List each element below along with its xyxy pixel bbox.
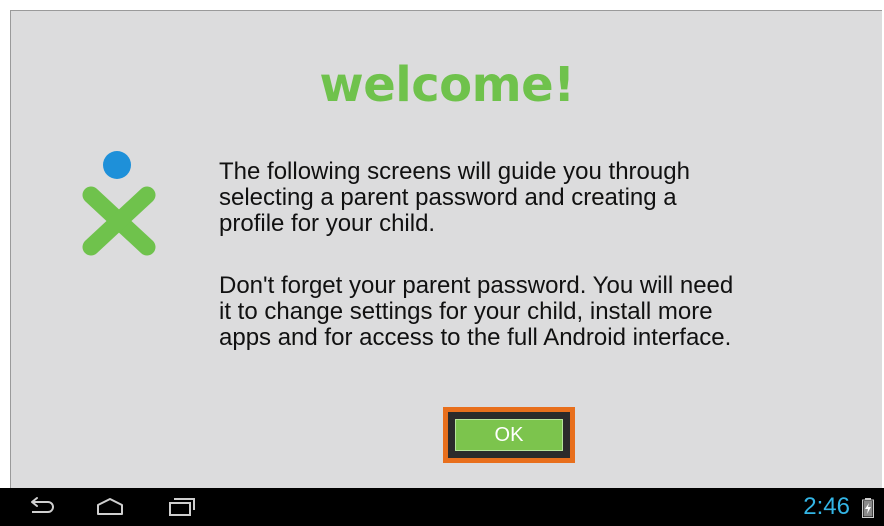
welcome-title: welcome! xyxy=(319,57,575,113)
ok-button[interactable]: OK xyxy=(455,419,563,451)
password-warning-paragraph: Don't forget your parent password. You w… xyxy=(219,273,839,351)
battery-charging-icon xyxy=(862,498,874,518)
intro-line-3: profile for your child. xyxy=(219,210,436,237)
recent-apps-icon[interactable] xyxy=(166,496,196,518)
ok-button-focus-frame[interactable]: OK xyxy=(443,407,575,463)
intro-paragraph: The following screens will guide you thr… xyxy=(219,159,839,237)
warning-line-2: it to change settings for your child, in… xyxy=(219,298,713,325)
intro-line-1: The following screens will guide you thr… xyxy=(219,158,690,185)
intro-line-2: selecting a parent password and creating… xyxy=(219,184,677,211)
status-clock: 2:46 xyxy=(803,493,850,520)
xo-logo-icon xyxy=(82,151,156,256)
logo-head xyxy=(103,151,131,179)
back-icon[interactable] xyxy=(26,496,56,518)
welcome-screen: welcome! The following screens will guid… xyxy=(0,0,884,526)
warning-line-1: Don't forget your parent password. You w… xyxy=(219,272,734,299)
welcome-dialog: welcome! The following screens will guid… xyxy=(10,10,882,488)
home-icon[interactable] xyxy=(95,496,125,518)
warning-line-3: apps and for access to the full Android … xyxy=(219,324,732,351)
system-navigation-bar: 2:46 xyxy=(0,488,884,526)
